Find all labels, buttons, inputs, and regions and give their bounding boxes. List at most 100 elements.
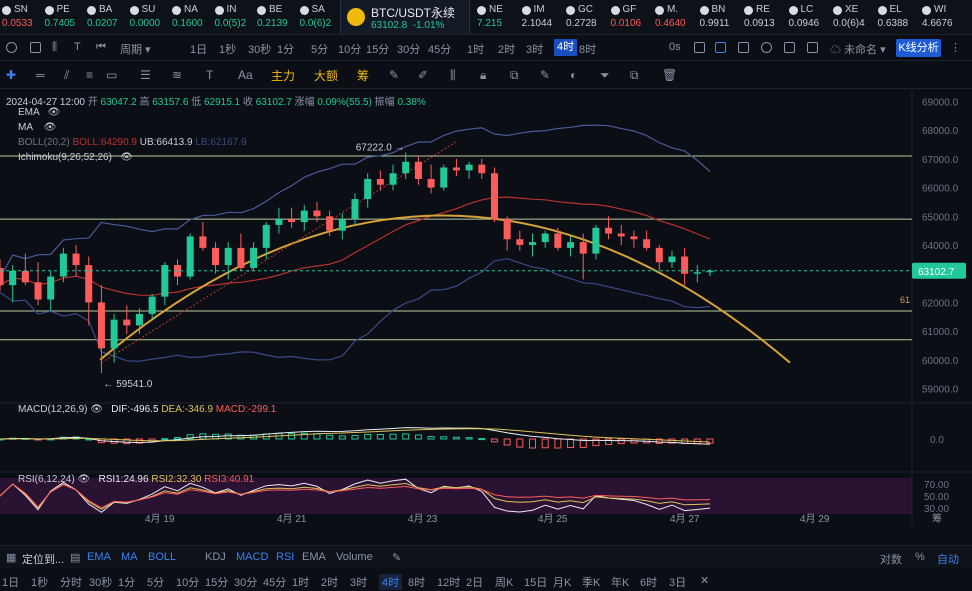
candle-type-icon[interactable]: ⫼ bbox=[52, 41, 57, 54]
camera-icon[interactable] bbox=[694, 42, 705, 53]
clone-icon[interactable]: ⧉ bbox=[630, 69, 644, 81]
interval-option[interactable]: 1日 bbox=[2, 574, 19, 590]
fullscreen-icon[interactable] bbox=[738, 42, 749, 53]
channel-tool-icon[interactable]: ☰ bbox=[140, 69, 154, 81]
copy-icon[interactable]: ⧉ bbox=[510, 69, 524, 81]
sub-ind-volume[interactable]: Volume bbox=[336, 551, 373, 563]
trash-icon[interactable]: 🗑︎ bbox=[662, 69, 677, 81]
interval-option[interactable]: 3时 bbox=[526, 41, 543, 57]
boll-legend[interactable]: BOLL(20,2) BOLL:64290.9 UB:66413.9 LB:62… bbox=[18, 137, 247, 148]
sub-ind-macd[interactable]: MACD bbox=[236, 551, 268, 563]
interval-option[interactable]: 分时 bbox=[60, 574, 82, 590]
ruler-icon[interactable]: ✎ bbox=[389, 69, 403, 81]
interval-option[interactable]: 30分 bbox=[234, 574, 257, 590]
filter-icon[interactable]: ⏷ bbox=[600, 69, 614, 81]
clock-icon[interactable] bbox=[6, 42, 17, 53]
more-icon[interactable]: ⋮ bbox=[950, 41, 961, 54]
main-ind-ema[interactable]: EMA bbox=[87, 551, 111, 563]
interval-option[interactable]: 5分 bbox=[147, 574, 164, 590]
interval-option[interactable]: 2时 bbox=[321, 574, 338, 590]
interval-option[interactable]: 4时 bbox=[379, 574, 403, 590]
chart-canvas[interactable]: 69000.0 68000.0 67000.0 66000.0 65000.0 64000… bbox=[0, 90, 972, 526]
main-ind-boll[interactable]: BOLL bbox=[148, 551, 176, 563]
interval-option[interactable]: 3时 bbox=[350, 574, 367, 590]
macd-legend[interactable]: MACD(12,26,9) 👁︎ DIF:-496.5 DEA:-346.9 M… bbox=[18, 404, 276, 415]
interval-option[interactable]: 45分 bbox=[263, 574, 286, 590]
interval-option[interactable]: 1分 bbox=[277, 41, 294, 57]
ichimoku-legend[interactable]: Ichimoku(9,26,52,26) 👁︎ bbox=[18, 152, 133, 163]
edit-indicators-icon[interactable]: ✎ bbox=[392, 551, 401, 564]
interval-option[interactable]: 15日 bbox=[524, 574, 547, 590]
trendline-tool-icon[interactable]: ⫽ bbox=[64, 69, 78, 81]
interval-option[interactable]: 12时 bbox=[437, 574, 460, 590]
interval-option[interactable]: 4时 bbox=[554, 39, 578, 56]
wave-tool-icon[interactable]: ≋ bbox=[172, 69, 186, 81]
interval-option[interactable]: 周K bbox=[495, 574, 513, 590]
active-symbol-tab[interactable]: BTC/USDT永续 63102.8 -1.01% bbox=[340, 0, 470, 34]
layout-icon[interactable] bbox=[784, 42, 795, 53]
interval-option[interactable]: 月K bbox=[553, 574, 571, 590]
ma-legend[interactable]: MA 👁︎ bbox=[18, 122, 56, 133]
interval-option[interactable]: 8时 bbox=[579, 41, 596, 57]
kline-analysis-button[interactable]: K线分析 bbox=[896, 39, 941, 57]
main-ind-ma[interactable]: MA bbox=[121, 551, 138, 563]
price-chart[interactable]: 69000.0 68000.0 67000.0 66000.0 65000.0 64000… bbox=[0, 90, 972, 526]
rsi-legend[interactable]: RSI(6,12,24) 👁︎ RSI1:24.96 RSI2:32.30 RS… bbox=[18, 474, 254, 485]
interval-option[interactable]: 1秒 bbox=[219, 41, 236, 57]
auto-scale-toggle[interactable]: 自动 bbox=[937, 551, 959, 567]
template-icon[interactable] bbox=[807, 42, 818, 53]
text-icon[interactable]: T bbox=[74, 41, 81, 53]
sub-ind-ema[interactable]: EMA bbox=[302, 551, 326, 563]
interval-option[interactable]: 3日 bbox=[669, 574, 686, 590]
interval-option[interactable]: 45分 bbox=[428, 41, 451, 57]
calendar-icon[interactable]: ▤ bbox=[70, 551, 80, 564]
log-scale-toggle[interactable]: 对数 bbox=[880, 551, 902, 567]
interval-option[interactable]: 10分 bbox=[338, 41, 361, 57]
percent-scale-toggle[interactable]: % bbox=[915, 551, 925, 563]
fib-tool-icon[interactable]: ≡ bbox=[86, 69, 100, 81]
indicator-chips[interactable]: 筹 bbox=[357, 67, 369, 84]
interval-option[interactable]: 1分 bbox=[118, 574, 135, 590]
interval-option[interactable]: 8时 bbox=[408, 574, 425, 590]
pen-icon[interactable] bbox=[715, 42, 726, 53]
rectangle-tool-icon[interactable]: ▭ bbox=[106, 69, 120, 81]
sub-ind-rsi[interactable]: RSI bbox=[276, 551, 294, 563]
rewind-icon[interactable]: ⏮ bbox=[96, 41, 106, 54]
interval-option[interactable]: 6时 bbox=[640, 574, 657, 590]
brush-icon[interactable]: ✐ bbox=[418, 69, 432, 81]
lock-icon[interactable]: 🔒︎ bbox=[480, 69, 494, 81]
interval-option[interactable]: 15分 bbox=[205, 574, 228, 590]
indicator-main-force[interactable]: 主力 bbox=[271, 67, 295, 84]
panel-icon[interactable]: ▦ bbox=[6, 551, 16, 564]
interval-option[interactable]: 1时 bbox=[292, 574, 309, 590]
interval-option[interactable]: 30秒 bbox=[89, 574, 112, 590]
line-tool-icon[interactable]: ═ bbox=[36, 69, 50, 81]
interval-option[interactable]: 10分 bbox=[176, 574, 199, 590]
font-tool-icon[interactable]: Aa bbox=[238, 69, 253, 81]
interval-option[interactable]: 30秒 bbox=[248, 41, 271, 57]
crosshair-icon[interactable]: ✚ bbox=[6, 69, 20, 81]
interval-option[interactable]: 15分 bbox=[366, 41, 389, 57]
interval-option[interactable]: 1日 bbox=[190, 41, 207, 57]
locate-button[interactable]: 定位到... bbox=[22, 551, 64, 567]
edit-icon[interactable]: ✎ bbox=[540, 69, 554, 81]
close-icon[interactable]: ✕ bbox=[700, 574, 709, 587]
candles-icon[interactable]: ⫼ bbox=[450, 69, 464, 81]
interval-option[interactable]: 30分 bbox=[397, 41, 420, 57]
interval-option[interactable]: 2时 bbox=[498, 41, 515, 57]
indicator-large-orders[interactable]: 大额 bbox=[314, 67, 338, 84]
cloud-layout-dropdown[interactable]: ☁ 未命名 ▾ bbox=[830, 41, 886, 57]
calendar-icon[interactable] bbox=[30, 42, 41, 53]
ema-legend[interactable]: EMA 👁︎ bbox=[18, 107, 60, 118]
settings-icon[interactable] bbox=[761, 42, 772, 53]
interval-option[interactable]: 年K bbox=[611, 574, 629, 590]
interval-option[interactable]: 2日 bbox=[466, 574, 483, 590]
interval-option[interactable]: 5分 bbox=[311, 41, 328, 57]
color-icon[interactable]: ◐ bbox=[570, 69, 584, 81]
interval-option[interactable]: 1时 bbox=[467, 41, 484, 57]
period-dropdown[interactable]: 周期 ▾ bbox=[120, 41, 151, 57]
text-tool-icon[interactable]: T bbox=[206, 69, 220, 81]
sub-ind-kdj[interactable]: KDJ bbox=[205, 551, 226, 563]
interval-option[interactable]: 季K bbox=[582, 574, 600, 590]
interval-option[interactable]: 1秒 bbox=[31, 574, 48, 590]
